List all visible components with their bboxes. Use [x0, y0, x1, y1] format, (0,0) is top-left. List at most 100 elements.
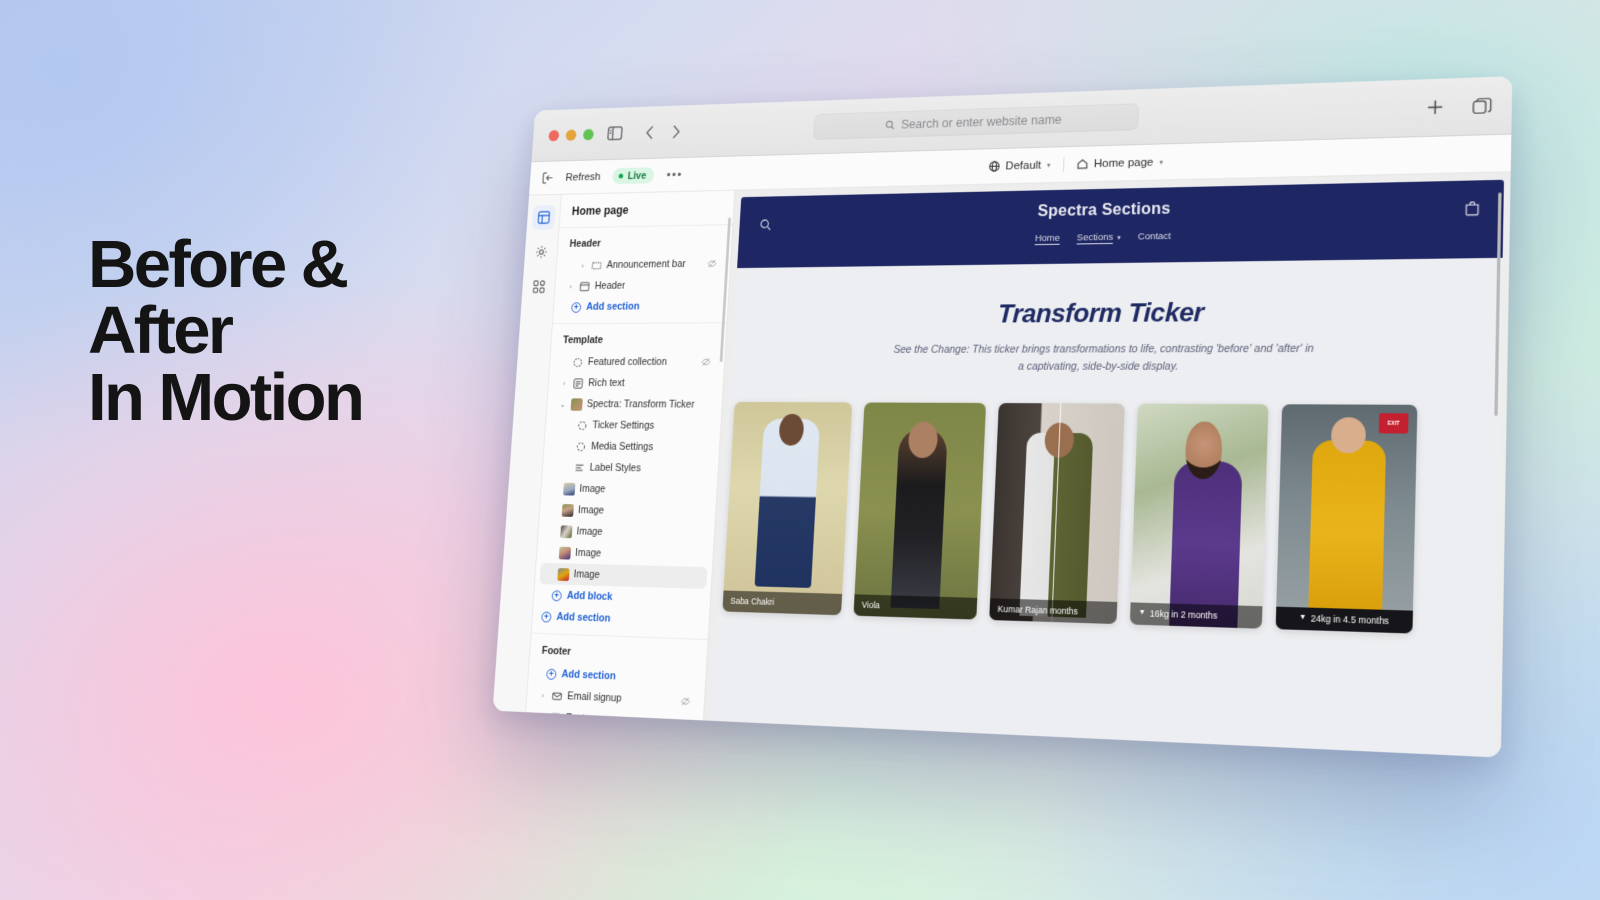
- card-label: Kumar Rajan months: [989, 597, 1118, 624]
- gear-icon: [534, 245, 547, 258]
- exit-icon[interactable]: [542, 172, 554, 184]
- search-icon[interactable]: [759, 219, 772, 237]
- tree-row-media-settings[interactable]: Media Settings: [548, 436, 715, 459]
- sidebar-group-footer: Footer + Add section › Email signup › Fo…: [526, 633, 708, 721]
- browser-window: Search or enter website name Refresh Liv…: [492, 76, 1513, 758]
- chevron-left-icon[interactable]: [645, 125, 655, 140]
- ticker-card[interactable]: Viola: [853, 402, 987, 620]
- apps-icon: [532, 280, 545, 293]
- page-selector[interactable]: Home page ▾: [1064, 156, 1176, 171]
- chevron-right-icon[interactable]: ›: [578, 261, 586, 270]
- tree-row-featured-collection[interactable]: Featured collection: [554, 351, 720, 372]
- tree-row-label: Media Settings: [590, 440, 654, 453]
- card-label: Viola: [853, 593, 978, 620]
- tree-row-label: Spectra: Transform Ticker: [586, 398, 695, 411]
- browser-scene: Search or enter website name Refresh Liv…: [474, 76, 1534, 812]
- close-button[interactable]: [548, 129, 560, 141]
- rail-item-settings[interactable]: [529, 240, 553, 265]
- add-section-template-button[interactable]: + Add section: [532, 605, 709, 633]
- sections-icon: [537, 211, 550, 224]
- tree-row-image-1[interactable]: Image: [545, 478, 712, 502]
- tree-row-label: Image: [579, 483, 606, 496]
- tree-row-announcement-bar[interactable]: › Announcement bar: [561, 253, 727, 276]
- navigation-arrows[interactable]: [645, 124, 681, 140]
- before-after-image: [1129, 403, 1269, 629]
- tree-row-rich-text[interactable]: › Rich text: [552, 373, 719, 394]
- card-label-text: Viola: [861, 599, 881, 610]
- zoom-button[interactable]: [582, 128, 595, 140]
- address-bar[interactable]: Search or enter website name: [812, 103, 1139, 140]
- tree-row-label: Email signup: [566, 690, 622, 705]
- minimize-button[interactable]: [565, 128, 577, 141]
- ticker-card[interactable]: Saba Chakri: [722, 401, 853, 615]
- editor-context-selectors: Default ▾ Home page ▾: [976, 154, 1176, 174]
- hidden-eye-icon[interactable]: [701, 357, 711, 367]
- section-tree-sidebar[interactable]: Home page Header › Announcement bar › He…: [526, 190, 736, 721]
- card-label-text: 16kg in 2 months: [1149, 607, 1218, 621]
- tree-row-label-styles[interactable]: Label Styles: [547, 457, 714, 481]
- tree-row-label: Label Styles: [589, 461, 642, 475]
- settings-block-icon: [576, 419, 588, 432]
- add-block-label: Add block: [566, 589, 613, 603]
- email-icon: [551, 689, 563, 702]
- poster-headline: Before & After In Motion: [88, 227, 365, 435]
- plus-circle-icon: +: [571, 301, 582, 313]
- chevron-right-icon[interactable]: ›: [560, 379, 568, 388]
- chevron-right-icon[interactable]: ›: [566, 282, 574, 291]
- nav-link-home[interactable]: Home: [1035, 233, 1060, 244]
- app-block-icon: [570, 397, 583, 411]
- image-thumb-5: [557, 567, 570, 581]
- add-section-header-button[interactable]: + Add section: [553, 295, 728, 317]
- chevron-right-icon[interactable]: [671, 124, 681, 139]
- live-label: Live: [627, 169, 647, 182]
- media-settings-icon: [575, 440, 587, 453]
- rail-item-sections[interactable]: [531, 205, 556, 230]
- card-label-text: Kumar Rajan months: [997, 603, 1079, 617]
- storefront-header: Spectra Sections Home Sections ▾ Contact: [737, 179, 1504, 269]
- nav-link-sections[interactable]: Sections: [1077, 232, 1114, 244]
- tree-row-label: Rich text: [587, 377, 625, 389]
- chevron-right-icon[interactable]: ›: [539, 691, 548, 700]
- chrome-right-actions: [1426, 97, 1492, 117]
- chevron-down-icon: ▾: [1159, 158, 1164, 167]
- window-traffic-lights[interactable]: [548, 128, 595, 141]
- before-after-image: [722, 401, 853, 615]
- plus-icon[interactable]: [1426, 98, 1445, 116]
- tabs-icon[interactable]: [1472, 97, 1492, 114]
- card-label-text: 24kg in 4.5 months: [1310, 612, 1390, 626]
- hidden-eye-icon[interactable]: [681, 696, 691, 706]
- chevron-right-icon[interactable]: ›: [537, 712, 546, 720]
- search-icon: [885, 120, 895, 130]
- theme-selector-label: Default: [1005, 159, 1042, 172]
- tree-row-label: Image: [574, 547, 602, 560]
- ticker-card[interactable]: Kumar Rajan months: [989, 402, 1125, 624]
- sidebar-icon[interactable]: [607, 126, 623, 140]
- chevron-down-icon[interactable]: ⌄: [558, 400, 566, 409]
- transform-ticker-carousel[interactable]: Saba Chakri Viola Kumar Rajan months ▼ 1…: [717, 401, 1500, 636]
- tree-row-header[interactable]: › Header: [559, 274, 725, 297]
- editor-body: Home page Header › Announcement bar › He…: [492, 172, 1511, 758]
- group-heading-template: Template: [562, 334, 604, 346]
- caret-down-icon: ▼: [1138, 609, 1146, 617]
- tree-row-ticker-settings[interactable]: Ticker Settings: [550, 414, 717, 437]
- add-section-label: Add section: [561, 668, 617, 683]
- hidden-eye-icon[interactable]: [707, 259, 717, 269]
- storefront-nav: Home Sections ▾ Contact: [1035, 231, 1171, 244]
- rail-item-apps[interactable]: [526, 274, 550, 299]
- image-thumb-2: [561, 503, 574, 517]
- chevron-down-icon[interactable]: ▾: [1117, 233, 1121, 241]
- more-options-button[interactable]: •••: [666, 167, 683, 182]
- cart-icon[interactable]: [1465, 201, 1480, 221]
- add-section-label: Add section: [556, 611, 611, 625]
- refresh-button[interactable]: Refresh: [565, 171, 601, 183]
- ticker-card[interactable]: ▼ 16kg in 2 months: [1129, 403, 1269, 629]
- tree-row-label: Featured collection: [587, 356, 668, 368]
- nav-link-contact[interactable]: Contact: [1138, 231, 1172, 243]
- address-bar-placeholder: Search or enter website name: [900, 112, 1062, 131]
- globe-icon: [989, 161, 1000, 172]
- tree-row-spectra-transform-ticker[interactable]: ⌄ Spectra: Transform Ticker: [551, 394, 718, 416]
- store-name: Spectra Sections: [1037, 200, 1171, 221]
- ticker-card[interactable]: EXIT ▼ 24kg in 4.5 months: [1275, 403, 1418, 634]
- richtext-icon: [572, 377, 584, 389]
- theme-selector[interactable]: Default ▾: [976, 159, 1063, 173]
